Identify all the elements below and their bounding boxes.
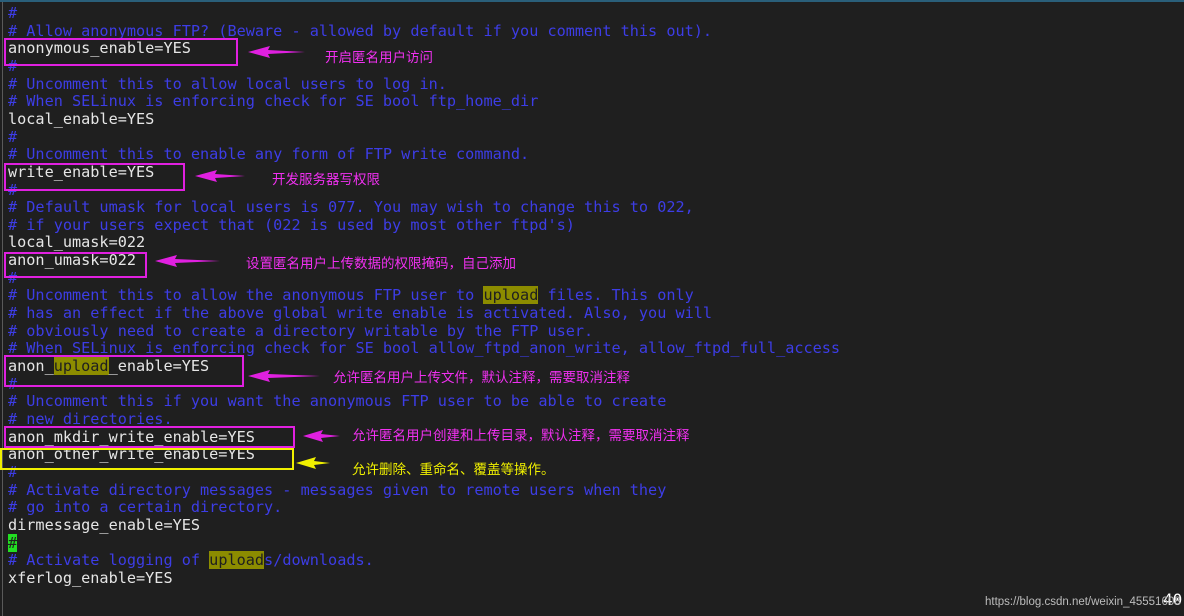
highlight-box-anon-mkdir: [4, 426, 295, 448]
annotation-anon-upload: 允许匿名用户上传文件，默认注释，需要取消注释: [333, 370, 630, 386]
window-top-border: [0, 0, 1184, 2]
comment-text: # Uncomment this to enable any form of F…: [8, 145, 530, 164]
annotation-anonymous-enable: 开启匿名用户访问: [325, 50, 433, 66]
annotation-anon-umask: 设置匿名用户上传数据的权限掩码，自己添加: [246, 256, 516, 272]
editor-line[interactable]: local_umask=022: [8, 234, 145, 252]
comment-text: files. This only: [538, 286, 694, 305]
comment-text: # When SELinux is enforcing check for SE…: [8, 92, 539, 111]
editor-line[interactable]: # Uncomment this to allow the anonymous …: [8, 286, 694, 305]
search-match: upload: [209, 551, 265, 570]
comment-text: #: [8, 127, 18, 146]
editor-line[interactable]: dirmessage_enable=YES: [8, 515, 201, 535]
editor-line[interactable]: # Uncomment this to enable any form of F…: [8, 145, 530, 164]
editor-line[interactable]: # Activate logging of uploads/downloads.: [8, 551, 374, 570]
editor-line[interactable]: # obviously need to create a directory w…: [8, 321, 594, 341]
comment-text: #: [8, 4, 18, 22]
comment-text: s/downloads.: [264, 551, 374, 570]
text-cursor: #: [8, 533, 18, 552]
arrow-icon-yellow: [296, 457, 330, 469]
search-match: upload: [483, 286, 539, 305]
editor-line[interactable]: #: [8, 533, 18, 553]
annotation-anon-mkdir: 允许匿名用户创建和上传目录，默认注释，需要取消注释: [352, 428, 690, 444]
comment-text: # Uncomment this if you want the anonymo…: [8, 392, 667, 411]
highlight-box-anonymous-enable: [4, 38, 238, 66]
editor-line[interactable]: # go into a certain directory.: [8, 498, 283, 517]
config-text: xferlog_enable=YES: [8, 568, 173, 587]
watermark: https://blog.csdn.net/weixin_45551608: [985, 596, 1181, 608]
editor-line[interactable]: #: [8, 4, 18, 23]
config-text: dirmessage_enable=YES: [8, 515, 201, 534]
editor-line[interactable]: # has an effect if the above global writ…: [8, 304, 713, 323]
comment-text: # Allow anonymous FTP? (Beware - allowed…: [8, 21, 713, 40]
comment-text: # Uncomment this to allow local users to…: [8, 74, 447, 93]
comment-text: # Uncomment this to allow the anonymous …: [8, 286, 484, 305]
editor-line[interactable]: # Activate directory messages - messages…: [8, 480, 667, 500]
editor-line[interactable]: #: [8, 127, 18, 147]
highlight-box-write-enable: [4, 163, 185, 191]
comment-text: # has an effect if the above global writ…: [8, 304, 713, 323]
comment-text: # go into a certain directory.: [8, 498, 283, 517]
comment-text: # Activate logging of: [8, 551, 210, 570]
highlight-box-anon-upload-enable: [4, 355, 244, 387]
editor-line[interactable]: # Default umask for local users is 077. …: [8, 198, 694, 217]
comment-text: # if your users expect that (022 is used…: [8, 215, 575, 234]
annotation-anon-other-write: 允许删除、重命名、覆盖等操作。: [352, 462, 555, 478]
editor-line[interactable]: # Uncomment this if you want the anonymo…: [8, 392, 667, 411]
editor-line[interactable]: # Uncomment this to allow local users to…: [8, 74, 447, 94]
comment-text: # Default umask for local users is 077. …: [8, 198, 694, 217]
config-text: local_enable=YES: [8, 109, 155, 128]
editor-line[interactable]: # When SELinux is enforcing check for SE…: [8, 92, 539, 111]
highlight-box-anon-other-write: [0, 448, 294, 470]
editor-line[interactable]: xferlog_enable=YES: [8, 568, 173, 588]
annotation-write-enable: 开发服务器写权限: [272, 172, 380, 188]
config-text: local_umask=022: [8, 233, 146, 252]
comment-text: # obviously need to create a directory w…: [8, 321, 594, 340]
editor-line[interactable]: local_enable=YES: [8, 109, 155, 129]
window-left-border: [2, 2, 3, 616]
comment-text: # Activate directory messages - messages…: [8, 480, 667, 499]
highlight-box-anon-umask: [4, 252, 147, 278]
editor-line[interactable]: # if your users expect that (022 is used…: [8, 215, 575, 235]
